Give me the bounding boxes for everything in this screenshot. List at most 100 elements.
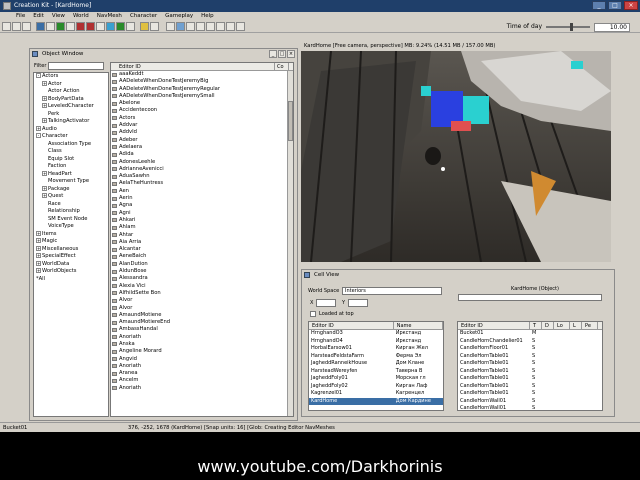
cell-row[interactable]: JagheddRanneikHouse Дом Клане (309, 360, 443, 368)
worldspace-select[interactable]: Interiors (342, 287, 442, 295)
collapse-icon[interactable]: - (36, 133, 41, 138)
maximize-button[interactable]: □ (278, 50, 286, 58)
list-item[interactable]: Alcantar (111, 246, 293, 253)
list-item[interactable]: Adida (111, 151, 293, 158)
list-item[interactable]: AldunBose (111, 268, 293, 275)
list-item[interactable]: AlfhildSette Bon (111, 290, 293, 297)
list-item[interactable]: AADeleteWhenDoneTestJeremyBig (111, 78, 293, 85)
time-of-day-slider[interactable] (546, 23, 590, 31)
tree-item[interactable]: + HeadPart (34, 170, 108, 179)
list-item[interactable]: Agna (111, 202, 293, 209)
minimize-button[interactable]: _ (269, 50, 277, 58)
menu-item-navmesh[interactable]: NavMesh (93, 12, 126, 21)
expand-icon[interactable]: + (36, 245, 41, 251)
sky-icon[interactable] (96, 22, 105, 31)
cell-object-list[interactable]: Editor ID T D Lo L Pe Bucket01 M CandleHor… (457, 321, 603, 411)
expand-icon[interactable]: + (42, 103, 47, 108)
tree-item[interactable]: + LeveledCharacter (34, 103, 108, 111)
filter-input[interactable] (48, 62, 105, 70)
cell-list[interactable]: Editor ID Name HrnghandO3 Иркстанд Hrnghan… (308, 321, 444, 411)
cell-row[interactable]: JagheddFoly02 Кирган Лаф (309, 383, 443, 391)
menu-item-character[interactable]: Character (126, 12, 161, 21)
cell-row[interactable]: Kagrenzel01 Кагренцел (309, 390, 443, 398)
object-row[interactable]: CandleHornChandelier01 S (458, 338, 602, 346)
expand-icon[interactable]: + (42, 80, 47, 86)
expand-icon[interactable]: + (42, 170, 47, 176)
havok-icon[interactable] (226, 22, 235, 31)
list-item[interactable]: AddvId (111, 129, 293, 136)
list-item[interactable]: Ancelm (111, 377, 293, 384)
tree-item[interactable]: SM Event Node (34, 216, 108, 224)
object-row[interactable]: CandleHornTable01 S (458, 360, 602, 368)
cursor-icon[interactable] (36, 22, 45, 31)
list-item[interactable]: Adeber (111, 137, 293, 144)
cell-filter-input[interactable] (458, 294, 602, 301)
object-row[interactable]: CandleHornTable01 S (458, 368, 602, 376)
light-icon[interactable] (76, 22, 85, 31)
y-coordinate-input[interactable] (348, 299, 368, 307)
tree-item[interactable]: + BodyPartData (34, 95, 108, 104)
list-item[interactable]: AlanDution (111, 261, 293, 268)
water-icon[interactable] (106, 22, 115, 31)
list-item[interactable]: AelaTheHuntress (111, 180, 293, 187)
list-item[interactable]: Anoriath (111, 385, 293, 392)
cell-row[interactable]: KardHome Дом Кардине (309, 397, 443, 405)
object-row[interactable]: CandleHornTable01 S (458, 353, 602, 361)
tree-item[interactable]: + Actor (34, 80, 108, 89)
list-scrollbar[interactable] (287, 71, 293, 416)
column-editor-id[interactable]: Editor ID (111, 63, 275, 70)
close-button[interactable]: × (624, 1, 638, 10)
tree-item[interactable]: Race (34, 201, 108, 209)
cell-row[interactable]: HrnghandO4 Иркстанд (309, 338, 443, 346)
list-item[interactable]: AdonesLeehle (111, 159, 293, 166)
tree-item[interactable]: + Magic (34, 238, 108, 246)
refresh-icon[interactable] (216, 22, 225, 31)
select-icon[interactable] (166, 22, 175, 31)
column-type[interactable]: T (530, 322, 542, 329)
tree-item[interactable]: Perk (34, 111, 108, 119)
render-window-viewport[interactable] (301, 51, 611, 262)
list-item[interactable]: Aen (111, 188, 293, 195)
expand-icon[interactable]: + (36, 230, 41, 236)
angle-snap-icon[interactable] (150, 22, 159, 31)
menu-item-gameplay[interactable]: Gameplay (161, 12, 197, 21)
expand-icon[interactable]: + (36, 268, 41, 273)
tree-item[interactable]: Movement Type (34, 178, 108, 186)
object-row[interactable]: CandleHornFloor01 S (458, 345, 602, 353)
list-item[interactable]: Ahlam (111, 224, 293, 231)
list-item[interactable]: Aia Arria (111, 239, 293, 246)
menu-item-view[interactable]: View (48, 12, 69, 21)
loaded-at-top-checkbox[interactable] (310, 311, 316, 317)
object-row[interactable]: CandleHornTable01 S (458, 383, 602, 391)
column-name[interactable]: Name (394, 322, 443, 329)
grid-icon[interactable] (56, 22, 65, 31)
list-item[interactable]: Alvor (111, 305, 293, 312)
object-list[interactable]: Editor ID Co aaaKeddt AADeleteWhenDoneTes… (110, 62, 294, 417)
close-button[interactable]: × (287, 50, 295, 58)
tree-item[interactable]: Equip Slot (34, 156, 108, 164)
expand-icon[interactable]: + (42, 95, 47, 101)
tree-item[interactable]: Relationship (34, 208, 108, 216)
expand-icon[interactable]: + (42, 185, 47, 191)
menu-item-help[interactable]: Help (197, 12, 218, 21)
list-item[interactable]: Angvid (111, 356, 293, 363)
tree-item[interactable]: + SpecialEffect (34, 253, 108, 261)
expand-icon[interactable]: + (36, 260, 41, 266)
menu-item-world[interactable]: World (69, 12, 93, 21)
list-item[interactable]: AmbassHandal (111, 326, 293, 333)
fog-icon[interactable] (196, 22, 205, 31)
list-item[interactable]: Ahtar (111, 232, 293, 239)
list-item[interactable]: Actors (111, 115, 293, 122)
navmesh-icon[interactable] (116, 22, 125, 31)
column-lo[interactable]: Lo (554, 322, 570, 329)
list-item[interactable]: AmaundMotiereEnd (111, 319, 293, 326)
list-item[interactable]: Alexia Vici (111, 283, 293, 290)
column-l[interactable]: L (570, 322, 582, 329)
list-item[interactable]: AmaundMotiene (111, 312, 293, 319)
expand-icon[interactable]: + (36, 125, 41, 131)
object-row[interactable]: CandleHornWall01 S (458, 405, 602, 410)
open-icon[interactable] (12, 22, 21, 31)
column-pe[interactable]: Pe (582, 322, 598, 329)
snap-icon[interactable] (140, 22, 149, 31)
maximize-button[interactable]: □ (608, 1, 622, 10)
